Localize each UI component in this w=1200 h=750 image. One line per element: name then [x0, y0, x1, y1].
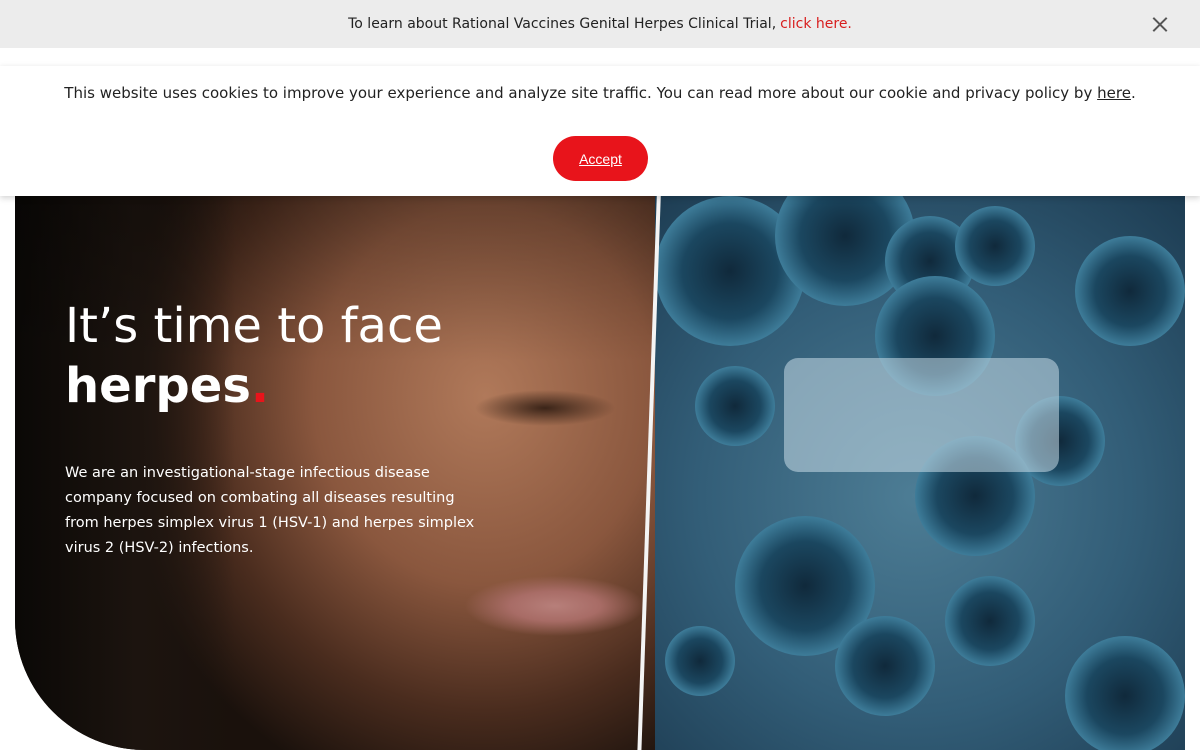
virus-image — [655, 196, 1185, 750]
headline-line2: herpes. — [65, 356, 585, 416]
announcement-text: To learn about Rational Vaccines Genital… — [348, 16, 777, 32]
hero-headline: It’s time to face herpes. — [65, 296, 585, 416]
hero-intro: We are an investigational-stage infectio… — [65, 465, 475, 556]
glass-card — [784, 358, 1059, 472]
announcement-link[interactable]: click here. — [780, 16, 852, 32]
cookie-banner: This website uses cookies to improve you… — [0, 66, 1200, 196]
cookie-message: This website uses cookies to improve you… — [64, 84, 1093, 102]
headline-line1: It’s time to face — [65, 298, 443, 354]
announcement-bar: To learn about Rational Vaccines Genital… — [0, 0, 1200, 48]
headline-keyword: herpes — [65, 358, 251, 414]
cookie-period: . — [1130, 84, 1136, 102]
cookie-policy-link[interactable]: here — [1097, 84, 1131, 102]
close-icon[interactable] — [1150, 14, 1170, 34]
accept-button[interactable]: Accept — [553, 136, 648, 181]
cookie-message-row: This website uses cookies to improve you… — [0, 66, 1200, 102]
headline-dot: . — [250, 358, 270, 414]
